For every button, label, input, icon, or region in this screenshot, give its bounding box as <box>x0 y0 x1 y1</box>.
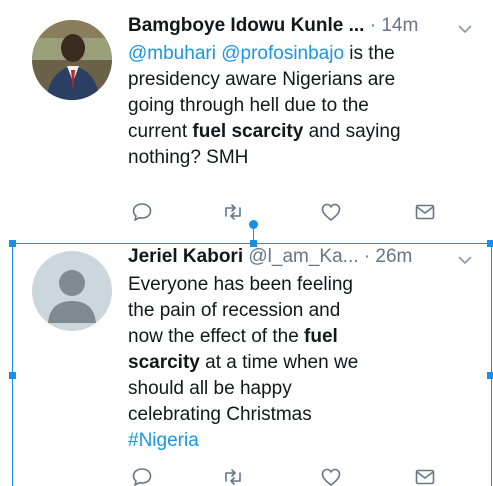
resize-handle-top-left[interactable] <box>9 240 16 247</box>
rotation-handle[interactable] <box>249 220 258 229</box>
resize-handle-middle-right[interactable] <box>487 372 493 379</box>
mention-link[interactable]: @profosinbajo <box>221 43 344 64</box>
display-name[interactable]: Bamgboye Idowu Kunle ... <box>128 15 364 36</box>
tweet-actions <box>0 201 493 227</box>
resize-handle-top-right[interactable] <box>487 240 493 247</box>
reply-icon[interactable] <box>131 201 153 223</box>
text-segment: presidency aware Nigerians are <box>128 69 396 90</box>
resize-handle-middle-left[interactable] <box>9 372 16 379</box>
text-segment: going through hell due to the <box>128 95 369 116</box>
separator-dot: · <box>364 15 382 36</box>
tweet-text-line: going through hell due to the <box>128 93 401 119</box>
tweet-text-line: presidency aware Nigerians are <box>128 67 401 93</box>
avatar[interactable] <box>32 20 112 100</box>
tweet-text-line: nothing? SMH <box>128 145 401 171</box>
tweet-header: Bamgboye Idowu Kunle ... · 14m <box>128 14 418 38</box>
envelope-icon[interactable] <box>414 201 436 223</box>
tweet-text-line: @mbuhari @profosinbajo is the <box>128 41 401 67</box>
text-segment: nothing? SMH <box>128 147 249 168</box>
timestamp[interactable]: 14m <box>381 15 418 36</box>
mention-link[interactable]: @mbuhari <box>128 43 216 64</box>
tweet-text: @mbuhari @profosinbajo is the presidency … <box>128 41 401 171</box>
selection-box[interactable] <box>12 243 492 486</box>
resize-handle-top-middle[interactable] <box>250 240 257 247</box>
user-photo-icon <box>32 20 112 100</box>
text-segment: is the <box>344 43 395 64</box>
tweet-1[interactable]: Bamgboye Idowu Kunle ... · 14m @mbuhari … <box>0 0 493 232</box>
chevron-down-icon[interactable] <box>457 21 473 37</box>
text-segment: current <box>128 121 193 142</box>
tweet-text-line: current fuel scarcity and saying <box>128 119 401 145</box>
text-segment: and saying <box>303 121 401 142</box>
heart-icon[interactable] <box>320 201 342 223</box>
retweet-icon[interactable] <box>222 201 244 223</box>
highlighted-text: fuel scarcity <box>192 121 304 142</box>
